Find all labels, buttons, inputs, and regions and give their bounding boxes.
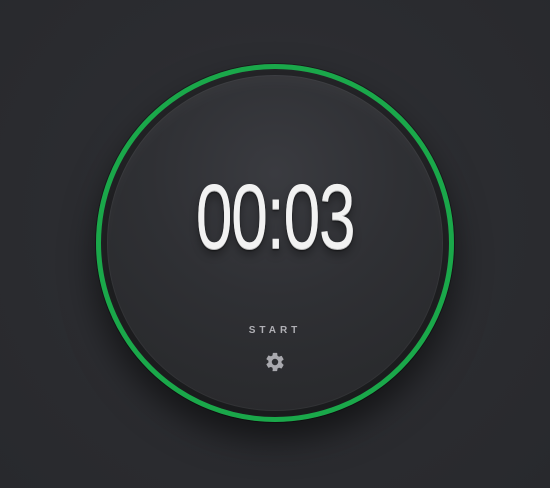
gear-icon [266, 352, 284, 372]
settings-button[interactable] [264, 351, 286, 373]
timer-dial: 00:03 START [96, 64, 454, 422]
time-display: 00:03 [195, 166, 356, 268]
app-background: 00:03 START [0, 0, 550, 488]
start-button[interactable]: START [101, 325, 449, 336]
